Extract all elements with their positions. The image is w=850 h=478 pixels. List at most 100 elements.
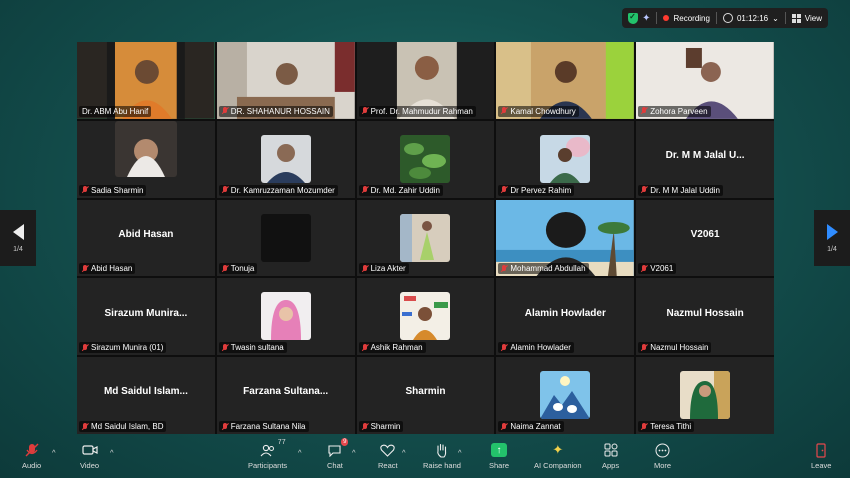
participant-tile[interactable]: Liza Akter: [356, 199, 495, 277]
participant-name-tag: Abid Hasan: [79, 263, 136, 275]
muted-mic-icon: [641, 107, 647, 115]
muted-mic-icon: [501, 107, 507, 115]
participant-tile[interactable]: Kamal Chowdhury: [496, 42, 635, 119]
participant-tile[interactable]: Tonuja: [216, 199, 355, 277]
participant-tile[interactable]: Mohammad Abdullah: [496, 199, 635, 277]
video-label: Video: [80, 461, 100, 470]
participant-name-tag: Nazmul Hossain: [638, 342, 712, 354]
profile-photo: [680, 371, 731, 420]
leave-button[interactable]: Leave: [811, 442, 831, 470]
ai-companion-button[interactable]: ✦ AI Companion: [534, 442, 582, 470]
hand-icon: [435, 442, 448, 458]
muted-mic-icon: [362, 264, 368, 273]
view-button[interactable]: View: [786, 8, 828, 28]
apps-label: Apps: [602, 461, 620, 470]
participant-name-tag: Mohammad Abdullah: [498, 263, 589, 275]
participant-name-tag: Kamal Chowdhury: [498, 105, 579, 117]
raise-hand-options-caret[interactable]: ^: [458, 448, 462, 457]
profile-photo: [400, 213, 451, 262]
view-label: View: [804, 13, 822, 23]
participant-tile[interactable]: Ashik Rahman: [356, 278, 495, 356]
muted-mic-icon: [222, 422, 228, 431]
meeting-status-bar: ✦ Recording 01:12:16 ⌄ View: [622, 8, 828, 28]
video-options-caret[interactable]: ^: [110, 448, 114, 457]
chat-button[interactable]: 9 Chat: [327, 438, 349, 470]
clock-icon: [722, 13, 733, 23]
participant-name-tag: Sadia Sharmin: [79, 184, 147, 196]
muted-mic-icon: [222, 264, 228, 273]
audio-button[interactable]: Audio: [22, 442, 41, 470]
participants-count: 77: [277, 439, 286, 446]
chat-bubble-icon: 9: [327, 438, 349, 458]
participant-tile[interactable]: Farzana Sultana... Farzana Sultana Nila: [216, 357, 355, 434]
muted-mic-icon: [641, 186, 647, 194]
more-button[interactable]: More: [654, 442, 671, 470]
participant-tile[interactable]: V2061 V2061: [636, 199, 774, 277]
encryption-indicator[interactable]: ✦: [622, 8, 656, 28]
participant-tile[interactable]: Teresa Tithi: [636, 357, 774, 434]
raise-hand-button[interactable]: Raise hand: [423, 442, 461, 470]
audio-options-caret[interactable]: ^: [52, 448, 56, 457]
apps-grid-icon: [604, 442, 618, 458]
muted-mic-icon: [501, 343, 507, 352]
participant-name-tag: Twasin sultana: [218, 342, 287, 354]
recording-label: Recording: [673, 13, 710, 23]
react-options-caret[interactable]: ^: [402, 448, 406, 457]
participant-name-tag: Tonuja: [218, 263, 258, 275]
meeting-timer: 01:12:16 ⌄: [717, 8, 785, 28]
participant-display-name: Md Saidul Islam...: [103, 386, 188, 398]
participant-tile[interactable]: Naima Zannat: [496, 357, 635, 434]
participant-tile[interactable]: Prof. Dr. Mahmudur Rahman: [356, 42, 495, 119]
participant-tile[interactable]: DR. SHAHANUR HOSSAIN: [216, 42, 355, 119]
participant-tile[interactable]: Twasin sultana: [216, 278, 355, 356]
profile-photo: [400, 292, 451, 341]
ai-sparkle-icon: ✦: [642, 12, 651, 24]
participants-options-caret[interactable]: ^: [298, 448, 302, 457]
participant-tile[interactable]: Sharmin Sharmin: [356, 357, 495, 434]
participant-tile[interactable]: Sadia Sharmin: [77, 120, 215, 198]
react-button[interactable]: React: [378, 442, 398, 470]
chevron-down-icon[interactable]: ⌄: [772, 14, 779, 23]
participant-tile[interactable]: Dr. Kamruzzaman Mozumder: [216, 120, 355, 198]
participant-name-tag: Sirazum Munira (01): [79, 342, 167, 354]
participant-tile[interactable]: Dr. M M Jalal U... Dr. M M Jalal Uddin: [636, 120, 774, 198]
participant-name-tag: Zohora Parveen: [638, 105, 711, 117]
participants-button[interactable]: 77 Participants: [248, 439, 288, 470]
participant-tile[interactable]: Abid Hasan Abid Hasan: [77, 199, 215, 277]
recording-indicator[interactable]: Recording: [657, 8, 715, 28]
muted-mic-icon: [82, 343, 88, 352]
video-button[interactable]: Video: [80, 442, 99, 470]
participant-tile[interactable]: Nazmul Hossain Nazmul Hossain: [636, 278, 774, 356]
profile-photo: [400, 134, 451, 183]
video-gallery: Dr. ABM Abu Hanif DR. SHAHANUR HOSSAIN P…: [77, 42, 774, 434]
chat-options-caret[interactable]: ^: [352, 448, 356, 457]
participant-name-tag: Ashik Rahman: [358, 342, 426, 354]
arrow-left-icon: [12, 223, 24, 240]
next-page-button[interactable]: 1/4: [814, 210, 850, 266]
participant-name-tag: DR. SHAHANUR HOSSAIN: [218, 105, 333, 117]
profile-photo: [540, 371, 591, 420]
muted-mic-icon: [501, 264, 507, 273]
participants-label: Participants: [248, 461, 288, 470]
muted-mic-icon: [222, 107, 228, 115]
muted-mic-icon: [641, 264, 647, 273]
participant-display-name: Alamin Howlader: [524, 307, 606, 319]
participant-tile[interactable]: Md Saidul Islam... Md Saidul Islam, BD: [77, 357, 215, 434]
raise-hand-label: Raise hand: [423, 461, 461, 470]
share-button[interactable]: ↑ Share: [489, 442, 509, 470]
participant-tile[interactable]: Dr Pervez Rahim: [496, 120, 635, 198]
timer-text: 01:12:16: [736, 13, 769, 23]
more-dots-icon: [655, 442, 670, 458]
previous-page-button[interactable]: 1/4: [0, 210, 36, 266]
participant-name-tag: Alamin Howlader: [498, 342, 574, 354]
participant-tile[interactable]: Zohora Parveen: [636, 42, 774, 119]
participant-tile[interactable]: Dr. ABM Abu Hanif: [77, 42, 215, 119]
participant-tile[interactable]: Sirazum Munira... Sirazum Munira (01): [77, 278, 215, 356]
more-label: More: [654, 461, 672, 470]
participant-display-name: Farzana Sultana...: [243, 386, 329, 398]
muted-mic-icon: [222, 343, 228, 352]
muted-mic-icon: [82, 422, 88, 431]
participant-tile[interactable]: Alamin Howlader Alamin Howlader: [496, 278, 635, 356]
participant-tile[interactable]: Dr. Md. Zahir Uddin: [356, 120, 495, 198]
apps-button[interactable]: Apps: [602, 442, 619, 470]
